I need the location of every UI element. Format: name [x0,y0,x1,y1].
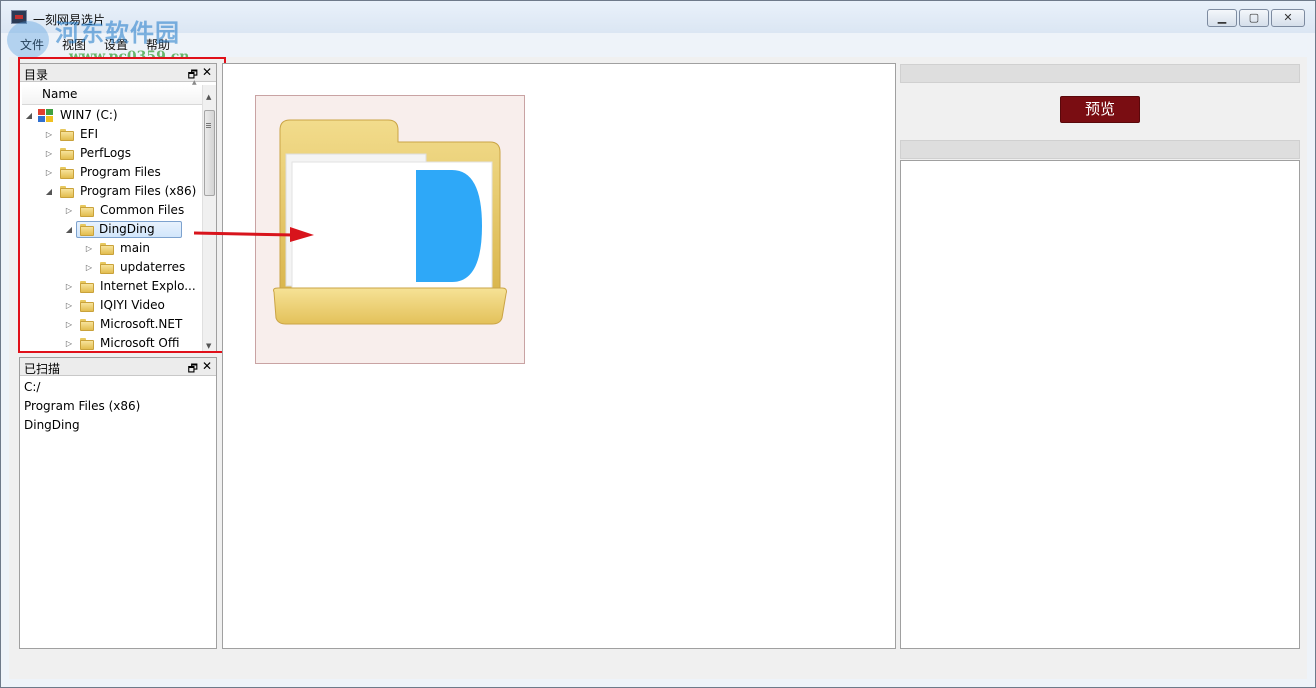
tree-item[interactable]: ▷ EFI [22,125,200,144]
expand-icon[interactable]: ▷ [44,163,54,182]
scanned-panel: 已扫描 🗗 ✕ C:/ Program Files (x86) DingDing [19,357,217,649]
window-controls: ▁ ▢ ✕ [1207,9,1305,27]
folder-icon [80,205,94,217]
expand-icon[interactable]: ▷ [44,144,54,163]
menu-file[interactable]: 文件 [11,33,53,55]
tree-item[interactable]: ▷ PerfLogs [22,144,200,163]
tree-item-label: Microsoft.NET [100,317,183,331]
tree-item-label: Common Files [100,203,185,217]
scroll-down-icon[interactable]: ▼ [206,342,211,350]
folder-icon [100,262,114,274]
close-icon[interactable]: ✕ [202,65,212,79]
tree-item-label: Microsoft Offi [100,336,180,350]
arrow-icon [194,227,314,242]
tree-item[interactable]: ▷ Common Files [22,201,200,220]
window-title: 一刻网易选片 [33,13,106,27]
tree-item-label: Program Files [80,165,161,179]
float-icon[interactable]: 🗗 [188,360,198,379]
tree-item[interactable]: ▷ Microsoft.NET [22,315,200,334]
expand-icon[interactable]: ▷ [64,315,74,334]
scanned-panel-title: 已扫描 [24,362,61,376]
grip-icon [206,123,211,124]
list-item[interactable]: C:/ [24,378,212,397]
folder-icon [80,224,94,236]
right-section-bar [900,140,1300,159]
collapse-icon[interactable]: ◢ [64,220,74,239]
scanned-list: C:/ Program Files (x86) DingDing [20,376,216,437]
tree-item-label: Internet Explo... [100,279,196,293]
maximize-button[interactable]: ▢ [1239,9,1269,27]
tree-item-label: EFI [80,127,99,141]
list-item[interactable]: DingDing [24,416,212,435]
thumbnail-pane [222,63,896,649]
app-icon [11,10,27,24]
tree-item-label: PerfLogs [80,146,132,160]
folder-icon [100,243,114,255]
collapse-icon[interactable]: ◢ [24,106,34,125]
preview-button[interactable]: 预览 [1060,96,1140,123]
expand-icon[interactable]: ▷ [64,296,74,315]
menu-view[interactable]: 视图 [53,33,95,55]
directory-panel-header: 目录 🗗 ✕ [20,64,216,82]
directory-panel: 目录 🗗 ✕ Name ◢ WIN7 (C:) ▷ EFI ▷ [19,63,217,353]
directory-tree: ◢ WIN7 (C:) ▷ EFI ▷ PerfLogs ▷ Program F… [22,106,200,352]
folder-icon [60,186,74,198]
preview-pane [900,160,1300,649]
drive-icon [38,109,54,122]
tree-item[interactable]: ◢ WIN7 (C:) [22,106,200,125]
scroll-up-icon[interactable]: ▲ [206,93,211,101]
tree-item-selected[interactable]: ◢ DingDing [22,220,200,239]
title-bar[interactable]: 一刻网易选片 ▁ ▢ ✕ [1,1,1315,33]
app-window: 一刻网易选片 ▁ ▢ ✕ 文件 视图 设置 帮助 河东软件园 www.pc035… [0,0,1316,688]
tree-item[interactable]: ▷ updaterres [22,258,200,277]
tree-item-label: main [120,241,150,255]
tree-scrollbar[interactable]: ▲ ▼ [202,85,216,352]
tree-item[interactable]: ▷ Internet Explo... [22,277,200,296]
expand-icon[interactable]: ▷ [64,277,74,296]
list-item[interactable]: Program Files (x86) [24,397,212,416]
collapse-icon[interactable]: ◢ [44,182,54,201]
close-icon[interactable]: ✕ [202,359,212,373]
right-header-bar [900,64,1300,83]
tree-item[interactable]: ◢ Program Files (x86) [22,182,200,201]
scanned-panel-header: 已扫描 🗗 ✕ [20,358,216,376]
menu-bar: 文件 视图 设置 帮助 [1,33,1315,55]
close-button[interactable]: ✕ [1271,9,1305,27]
expand-icon[interactable]: ▷ [44,125,54,144]
folder-icon [80,319,94,331]
tree-item-label: Program Files (x86) [80,184,197,198]
directory-panel-title: 目录 [24,68,49,82]
expand-icon[interactable]: ▷ [84,239,94,258]
tree-item-label: IQIYI Video [100,298,165,312]
menu-help[interactable]: 帮助 [137,33,179,55]
folder-icon [80,300,94,312]
folder-icon [60,129,74,141]
folder-icon [80,281,94,293]
tree-item-label: updaterres [120,260,186,274]
tree-item[interactable]: ▷ Microsoft Offi [22,334,200,352]
tree-item-label: WIN7 (C:) [60,108,118,122]
expand-icon[interactable]: ▷ [84,258,94,277]
client-area: 目录 🗗 ✕ Name ◢ WIN7 (C:) ▷ EFI ▷ [9,57,1307,679]
tree-item[interactable]: ▷ Program Files [22,163,200,182]
tree-item[interactable]: ▷ main [22,239,200,258]
column-header-name[interactable]: Name [22,79,202,105]
tree-item[interactable]: ▷ IQIYI Video [22,296,200,315]
expand-icon[interactable]: ▷ [64,334,74,352]
status-bar [9,655,1307,679]
folder-icon [80,338,94,350]
minimize-button[interactable]: ▁ [1207,9,1237,27]
expand-icon[interactable]: ▷ [64,201,74,220]
menu-settings[interactable]: 设置 [95,33,137,55]
folder-icon [60,167,74,179]
folder-icon [60,148,74,160]
